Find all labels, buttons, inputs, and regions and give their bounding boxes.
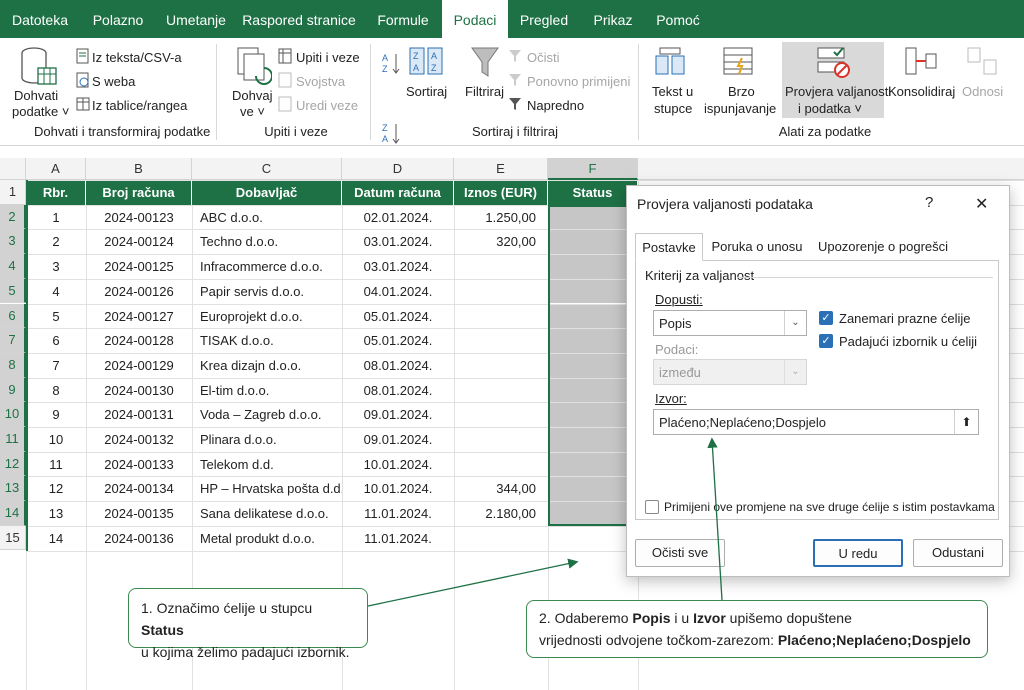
callout-2-text-e: upišemo dopuštene [725,610,852,626]
callout-step-1: 1. Označimo ćelije u stupcu Status u koj… [128,588,368,660]
callout-2-bold-izvor: Izvor [693,610,726,626]
callout-step-2: 2. Odaberemo Popis i u Izvor upišemo dop… [526,600,988,658]
callout-2-text-f: vrijednosti odvojene točkom-zarezom: [539,632,778,648]
callout-2-bold-values: Plaćeno;Neplaćeno;Dospjelo [777,632,971,648]
callout-arrows [367,437,723,607]
callout-1-text-a: 1. Označimo ćelije u stupcu [141,600,313,616]
tab-settings[interactable]: Postavke [635,233,703,261]
callout-2-bold-popis: Popis [632,610,671,626]
callout-2-text-a: 2. Odaberemo [539,610,633,626]
callout-1-bold: Status [141,622,184,638]
callout-1-text-c: u kojima želimo padajući izbornik. [141,644,350,660]
callout-2-text-c: i u [670,610,694,626]
